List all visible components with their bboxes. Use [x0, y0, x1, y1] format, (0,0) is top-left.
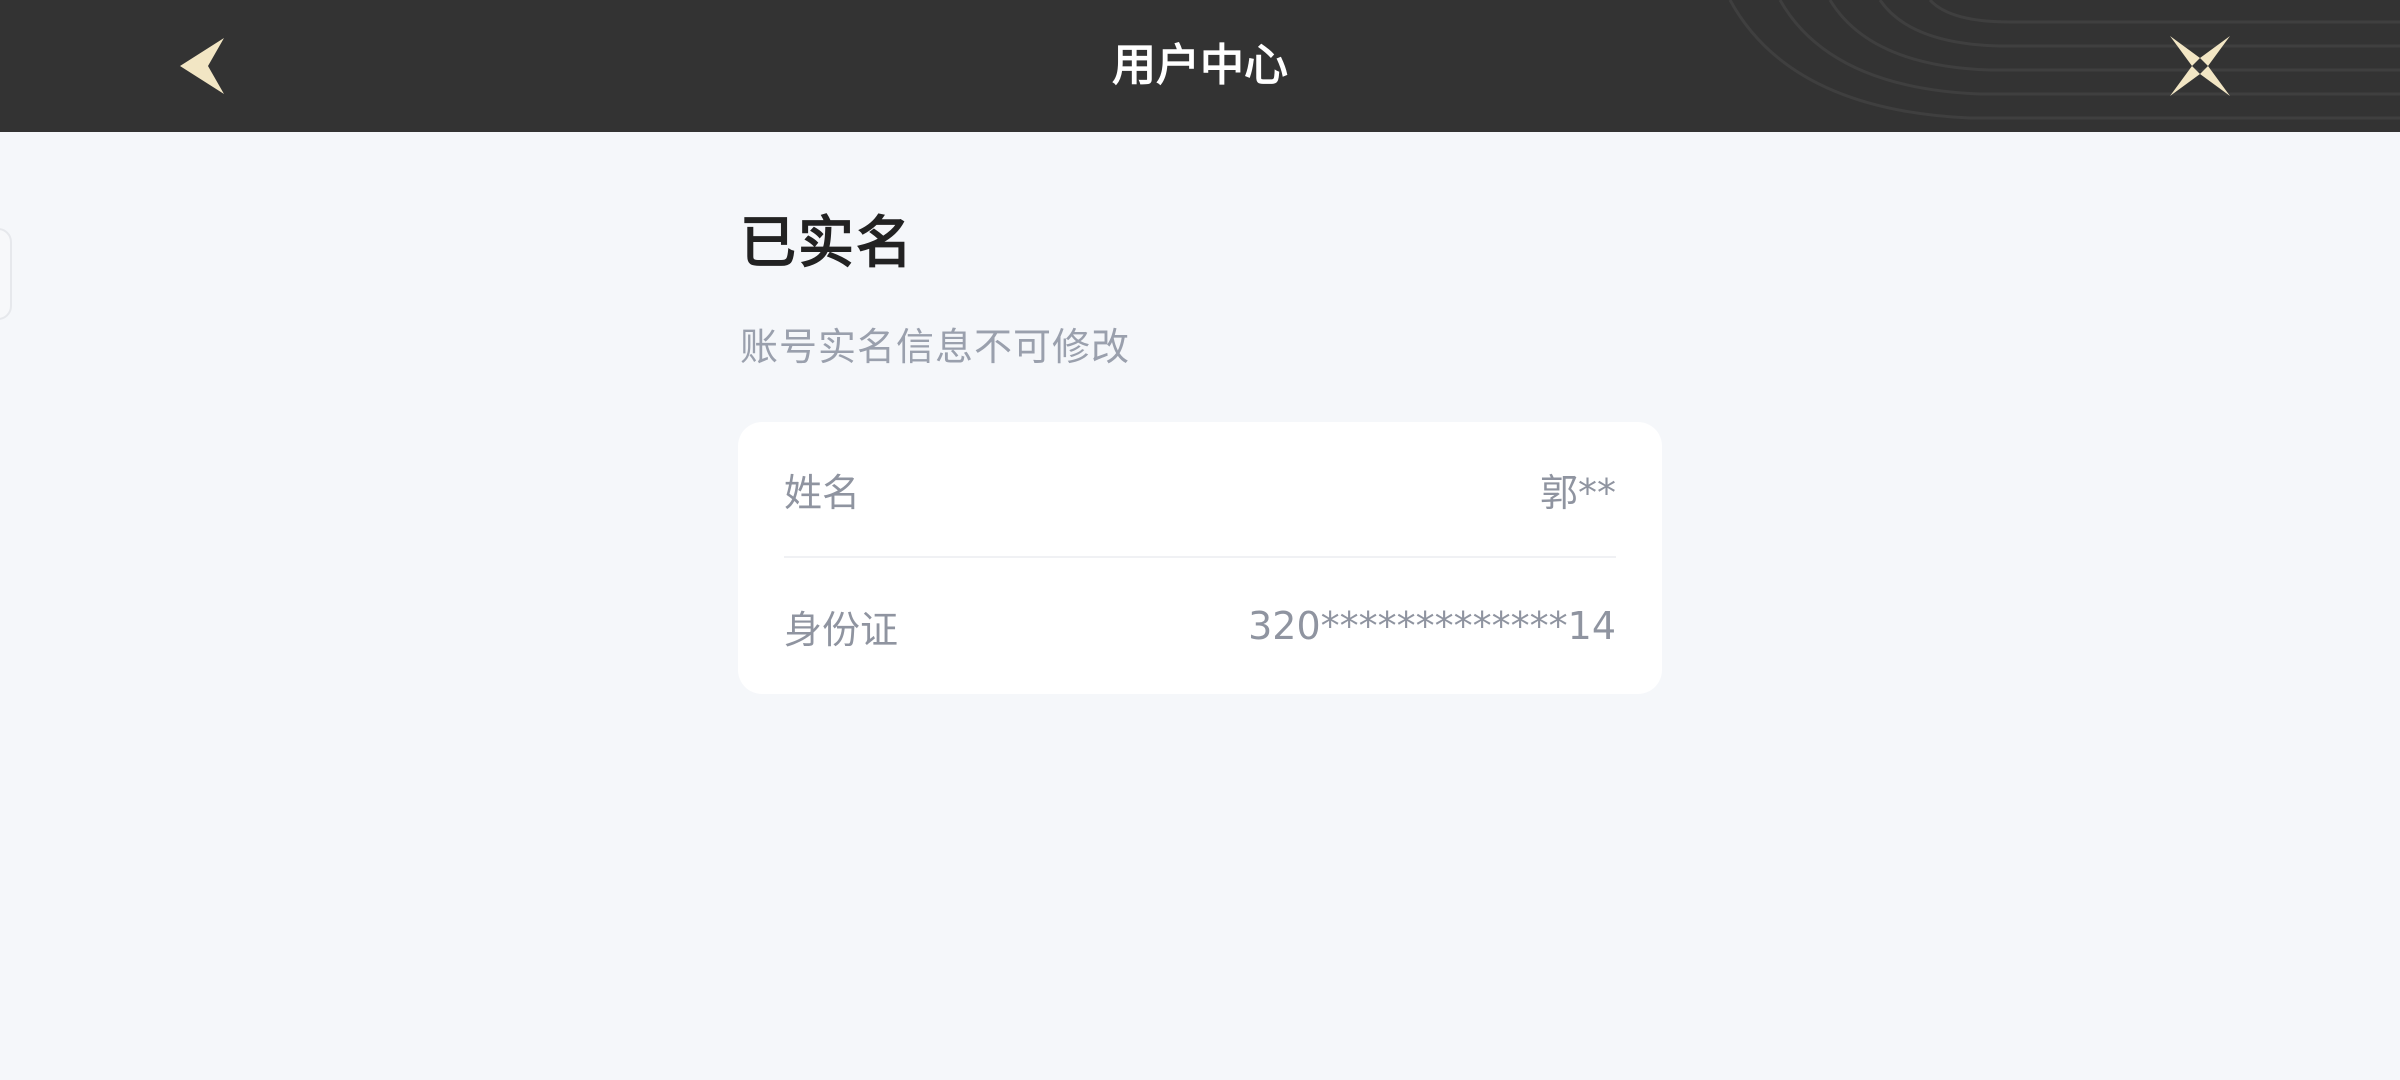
info-row-name: 姓名 郭** [784, 422, 1616, 558]
close-x-icon [2170, 36, 2230, 96]
name-value: 郭** [1539, 470, 1616, 515]
top-bar: 用户中心 [0, 0, 2400, 132]
verification-status-title: 已实名 [740, 211, 914, 276]
header-decoration [1728, 0, 2400, 120]
id-card-label: 身份证 [784, 607, 899, 652]
name-label: 姓名 [784, 470, 861, 515]
identity-info-card: 姓名 郭** 身份证 320*************14 [738, 422, 1662, 694]
verification-note: 账号实名信息不可修改 [740, 325, 1131, 369]
info-row-id-card: 身份证 320*************14 [784, 558, 1616, 694]
id-card-value: 320*************14 [1248, 604, 1616, 648]
back-button[interactable] [160, 26, 240, 106]
side-edge-handle [0, 228, 12, 320]
chevron-left-icon [180, 38, 224, 94]
close-button[interactable] [2160, 26, 2240, 106]
